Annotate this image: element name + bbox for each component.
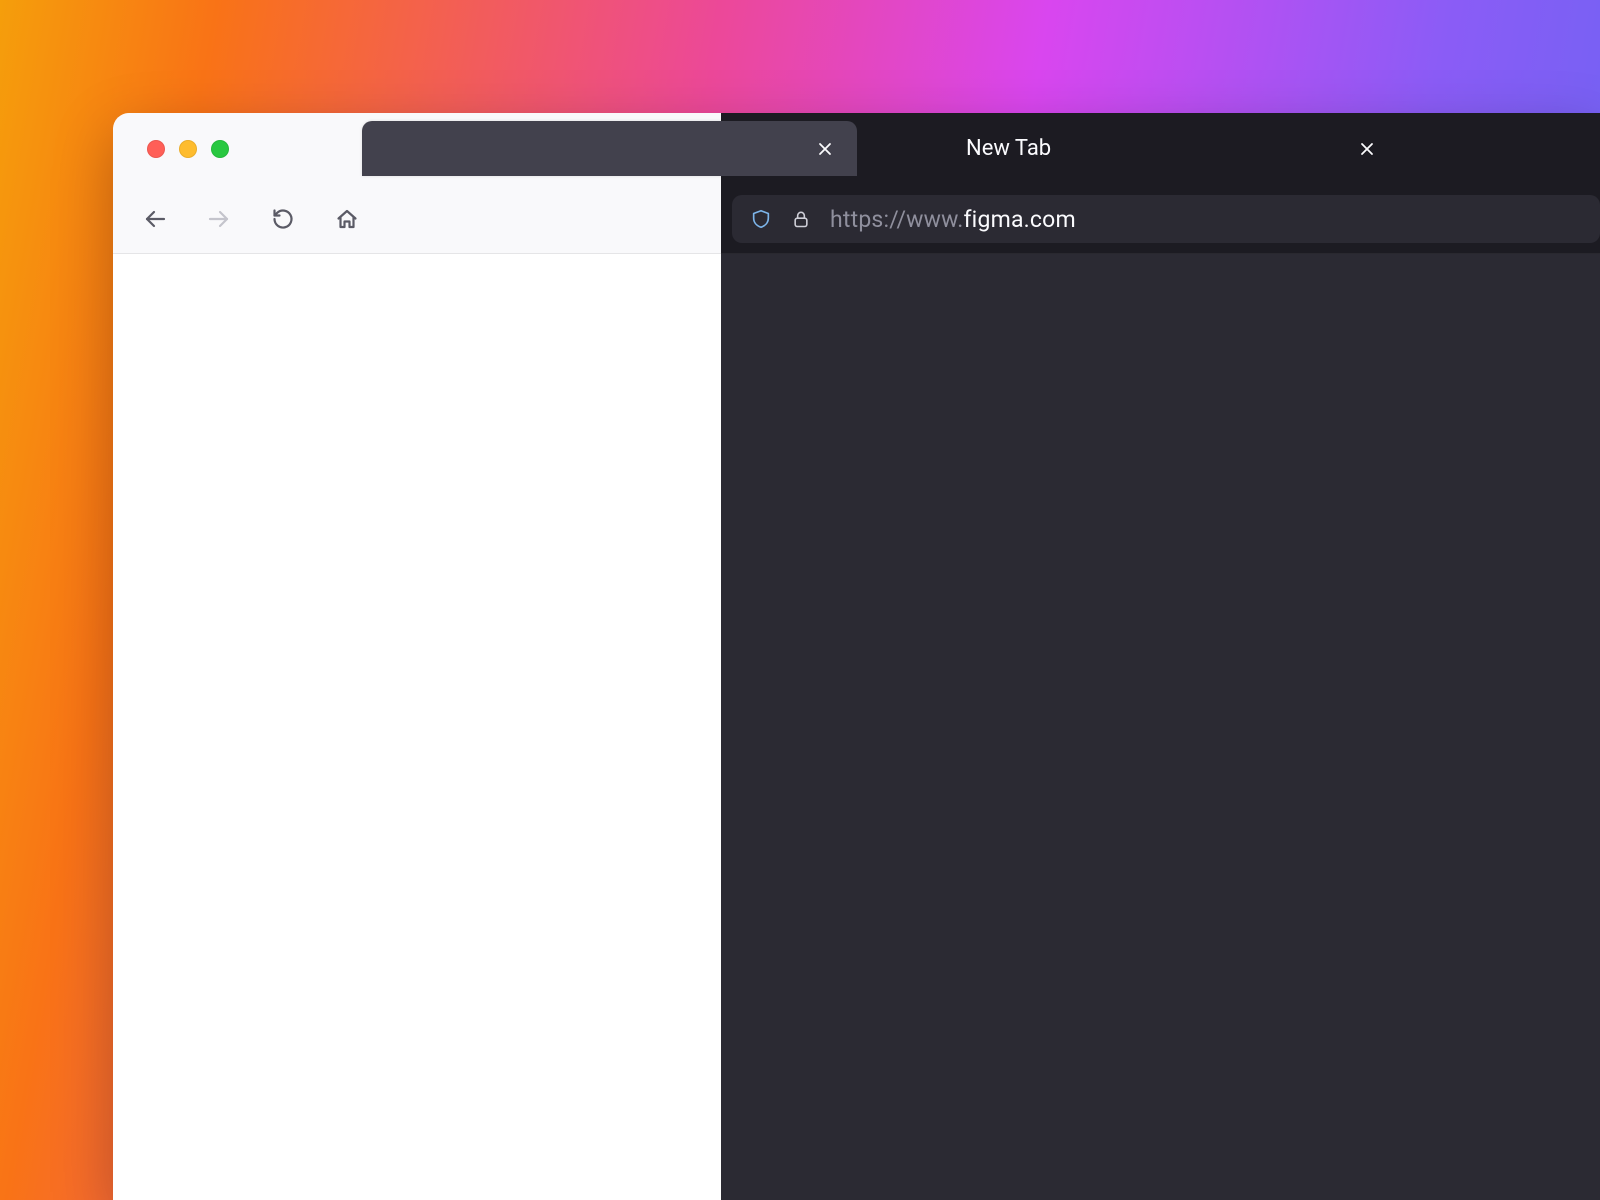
tab-newtab[interactable]: New Tab bbox=[904, 121, 1399, 176]
close-window-button[interactable] bbox=[147, 140, 165, 158]
tracking-protection-icon[interactable] bbox=[750, 208, 772, 230]
browser-window: Figma bbox=[113, 113, 1600, 1200]
firefox-icon bbox=[924, 137, 948, 161]
back-button[interactable] bbox=[135, 199, 175, 239]
lock-icon[interactable] bbox=[790, 208, 812, 230]
tab-label: New Tab bbox=[966, 136, 1353, 161]
toolbar-dark: https://www.figma.com bbox=[721, 184, 1600, 254]
home-button[interactable] bbox=[327, 199, 367, 239]
window-controls bbox=[147, 113, 229, 184]
url-bar[interactable]: https://www.figma.com bbox=[732, 195, 1600, 243]
window-light-half: Figma bbox=[113, 113, 721, 1200]
maximize-window-button[interactable] bbox=[211, 140, 229, 158]
reload-button[interactable] bbox=[263, 199, 303, 239]
toolbar-light bbox=[113, 184, 721, 254]
desktop-wallpaper: Figma bbox=[0, 0, 1600, 1200]
url-text: https://www.figma.com bbox=[830, 206, 1076, 233]
page-content-dark bbox=[721, 254, 1600, 1200]
close-tab-icon[interactable] bbox=[811, 135, 839, 163]
close-tab-icon[interactable] bbox=[1353, 135, 1381, 163]
forward-button bbox=[199, 199, 239, 239]
minimize-window-button[interactable] bbox=[179, 140, 197, 158]
tab-figma-dark-overflow[interactable] bbox=[362, 121, 857, 176]
url-domain: figma.com bbox=[963, 206, 1075, 233]
window-dark-half: New Tab htt bbox=[721, 113, 1600, 1200]
page-content-light bbox=[113, 254, 721, 1200]
url-protocol: https://www. bbox=[830, 206, 963, 233]
tabstrip-dark: New Tab bbox=[721, 113, 1600, 184]
